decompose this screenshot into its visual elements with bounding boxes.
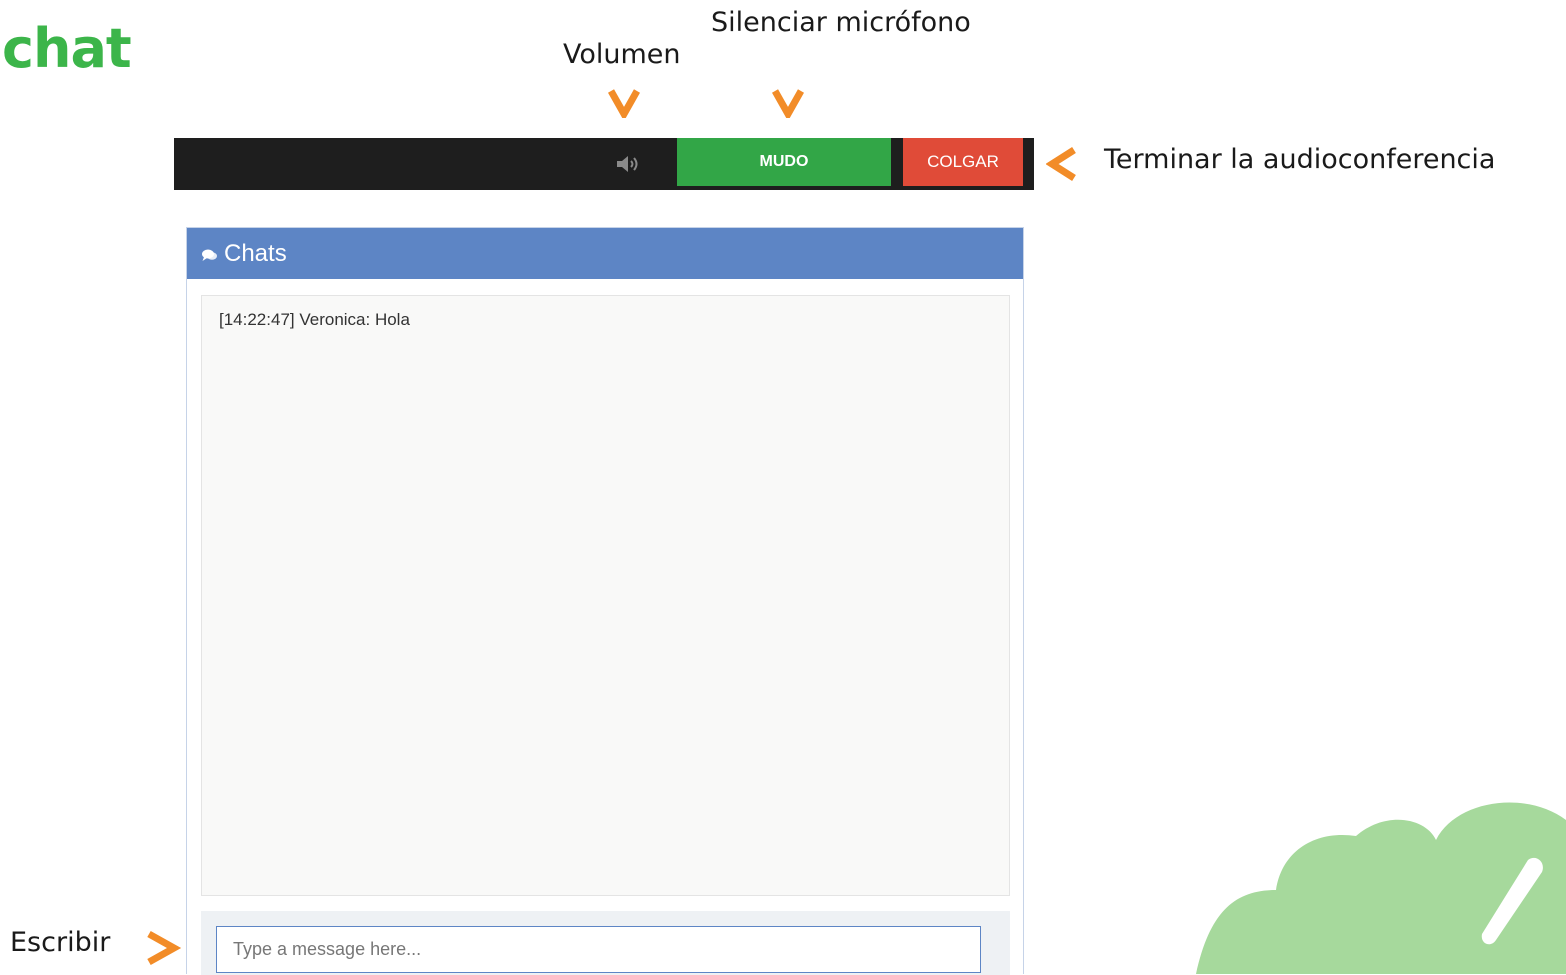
arrow-left-icon [1046, 147, 1076, 181]
arrow-down-icon [772, 89, 804, 118]
message-list[interactable]: [14:22:47] Veronica: Hola [201, 295, 1010, 896]
annotation-write: Escribir [10, 927, 111, 958]
annotation-mute: Silenciar micrófono [711, 7, 971, 38]
arrow-right-icon [147, 930, 182, 966]
call-control-bar: MUDO COLGAR [174, 138, 1034, 190]
page-heading: chat [2, 17, 132, 80]
speaker-icon [617, 156, 638, 172]
chat-panel-title: Chats [224, 239, 287, 267]
chat-message: [14:22:47] Veronica: Hola [219, 310, 410, 329]
message-input[interactable] [216, 926, 981, 973]
volume-button[interactable] [614, 152, 646, 176]
mute-button[interactable]: MUDO [677, 138, 891, 186]
cloud-phone-decoration [1196, 802, 1566, 974]
chat-bubbles-icon [202, 249, 217, 261]
arrow-down-icon [608, 89, 640, 118]
chat-panel: Chats [14:22:47] Veronica: Hola [186, 227, 1024, 975]
message-input-area [201, 911, 1010, 975]
annotation-volume: Volumen [563, 39, 681, 70]
hangup-button[interactable]: COLGAR [903, 138, 1023, 186]
chat-panel-header: Chats [187, 228, 1023, 279]
annotation-hangup: Terminar la audioconferencia [1104, 144, 1496, 175]
